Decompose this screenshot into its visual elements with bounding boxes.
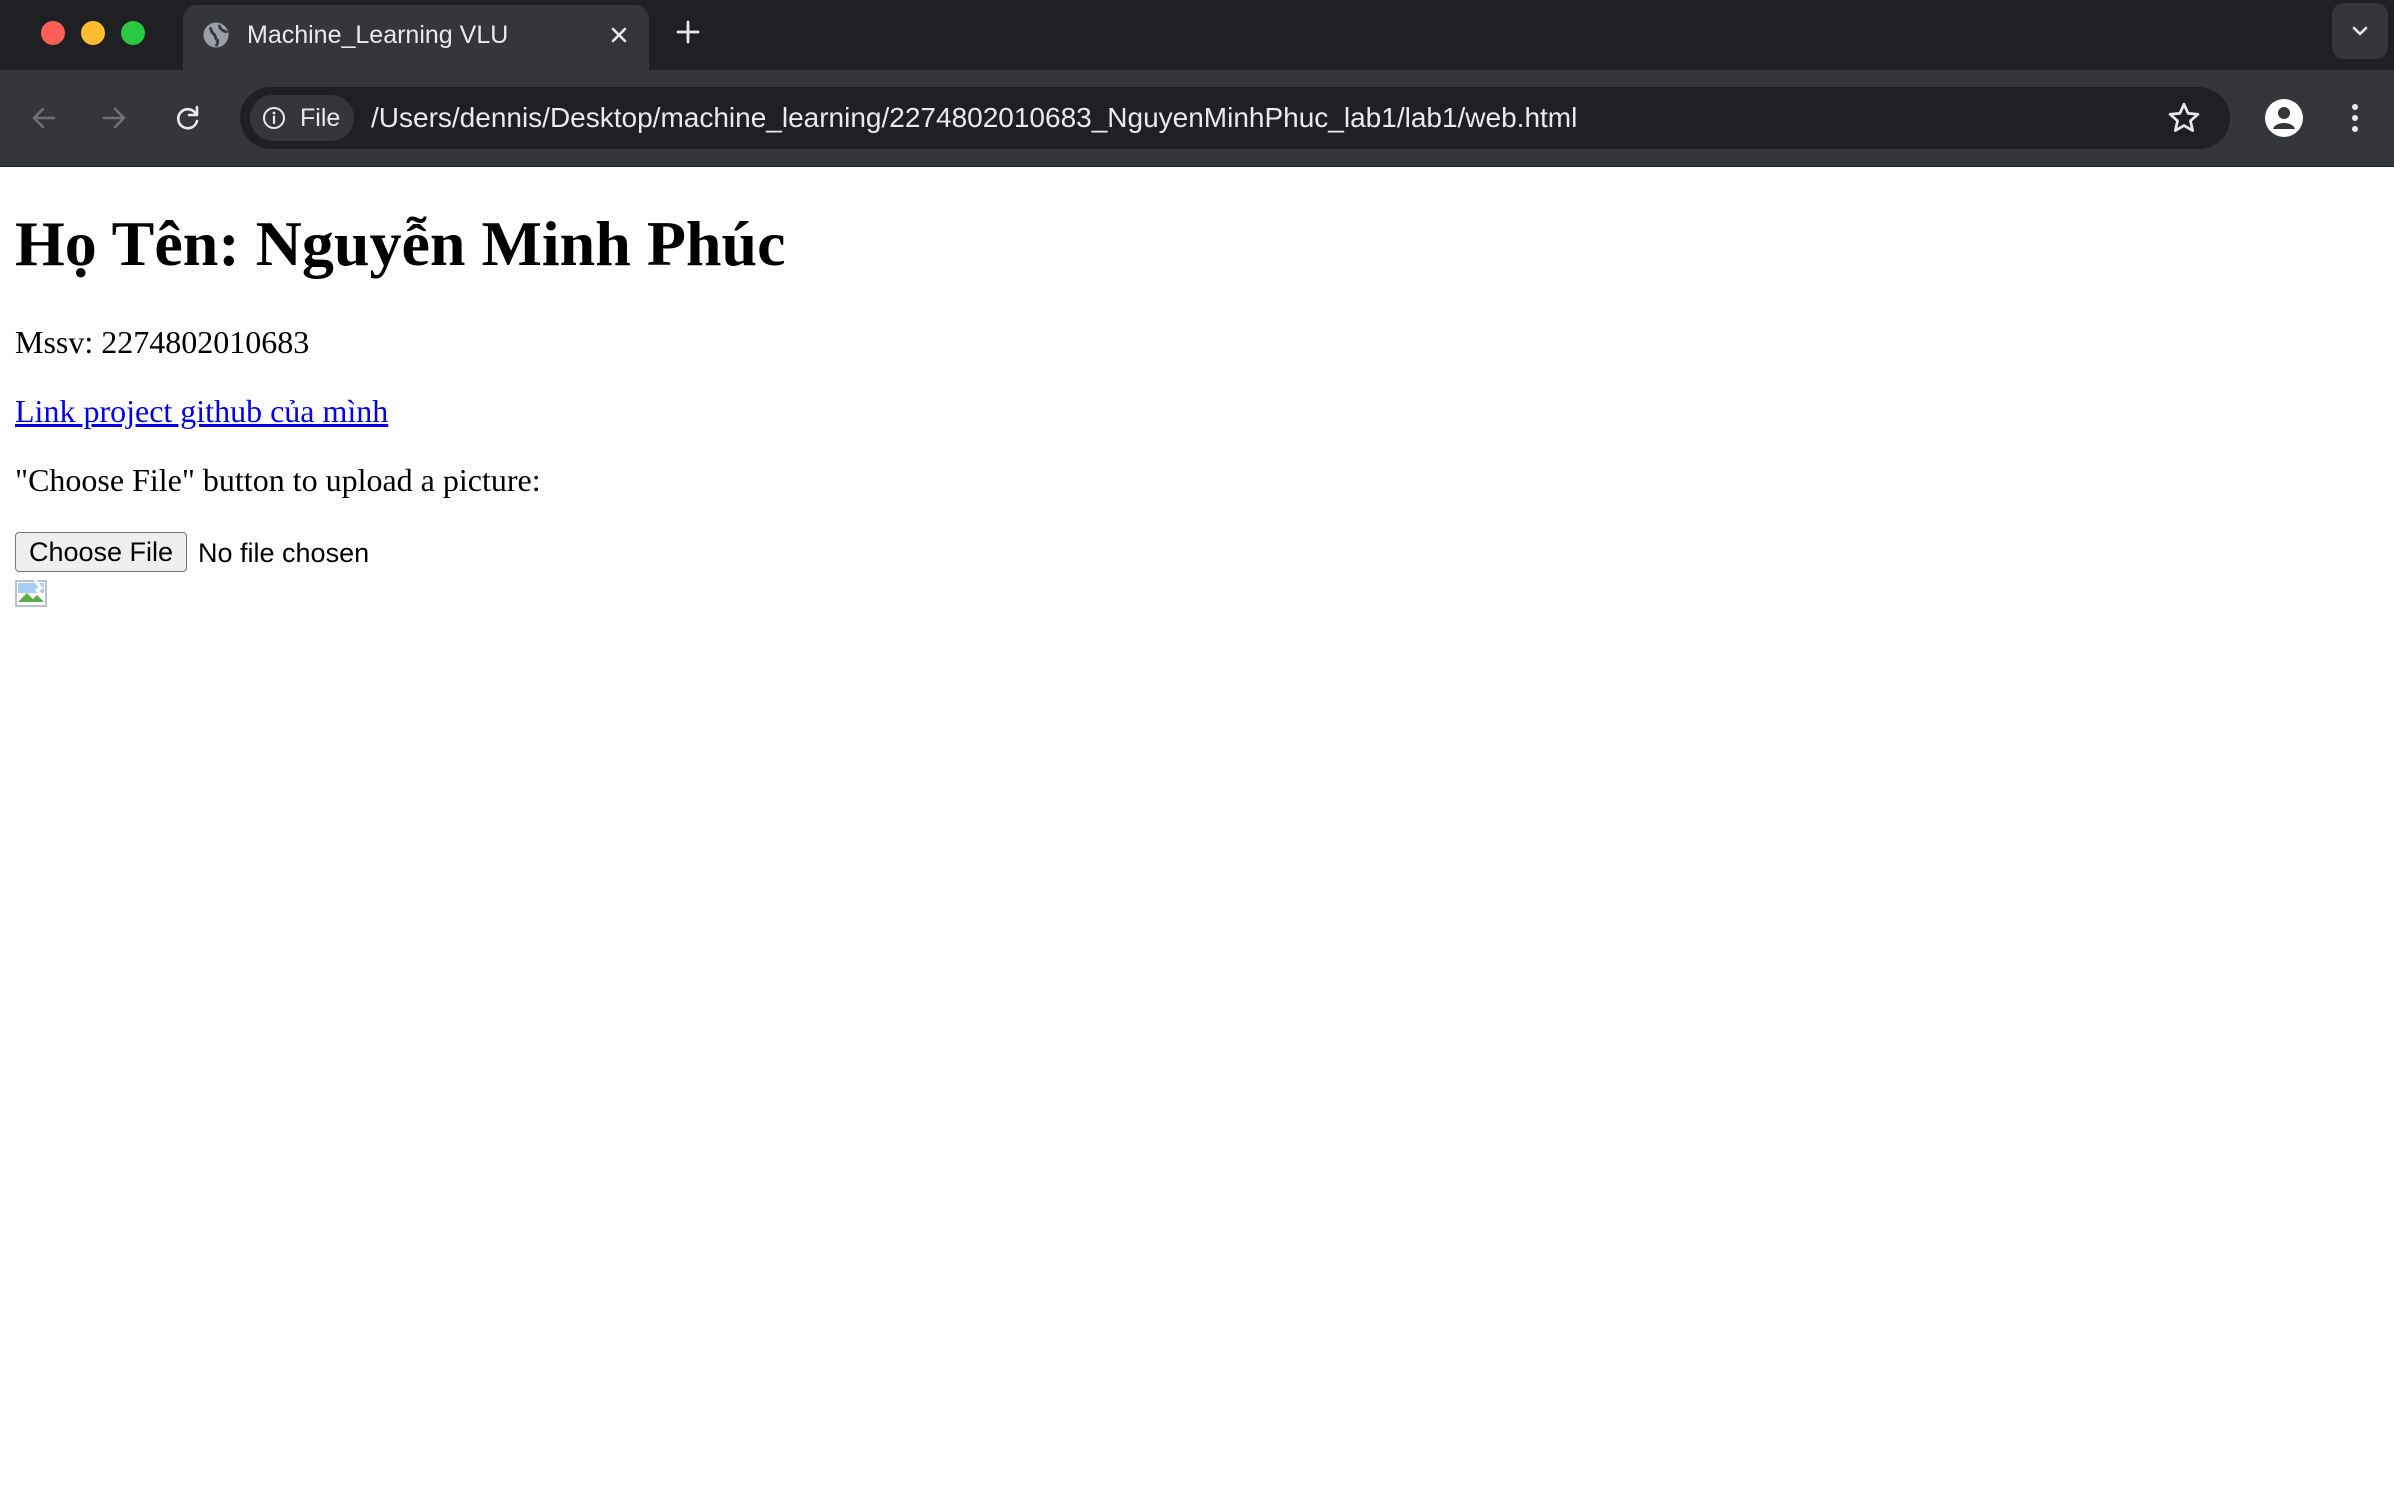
window-minimize-button[interactable]	[81, 21, 105, 45]
choose-file-button[interactable]: Choose File	[15, 532, 187, 572]
back-button[interactable]	[22, 96, 66, 140]
page-title: Họ Tên: Nguyễn Minh Phúc	[15, 208, 786, 279]
forward-button[interactable]	[92, 96, 136, 140]
star-icon[interactable]	[2166, 100, 2202, 136]
arrow-right-icon	[102, 107, 126, 129]
browser-window: Machine_Learning VLU File /Users/dennis/…	[0, 0, 2394, 1512]
page-content: Họ Tên: Nguyễn Minh Phúc Mssv: 227480201…	[0, 167, 2394, 1512]
chevron-down-icon	[2352, 26, 2368, 36]
close-icon[interactable]	[603, 19, 635, 51]
address-bar[interactable]: File /Users/dennis/Desktop/machine_learn…	[240, 87, 2230, 149]
url-text[interactable]: /Users/dennis/Desktop/machine_learning/2…	[371, 101, 1577, 135]
tab-search-button[interactable]	[2332, 3, 2388, 59]
site-info-chip[interactable]: File	[250, 95, 354, 141]
reload-icon	[176, 105, 199, 130]
person-icon[interactable]	[2264, 98, 2304, 138]
tab-title: Machine_Learning VLU	[247, 21, 509, 49]
plus-icon	[676, 20, 700, 44]
student-id-text: Mssv: 2274802010683	[15, 324, 310, 360]
upload-instruction: "Choose File" button to upload a picture…	[15, 462, 541, 498]
file-status-text: No file chosen	[198, 538, 370, 568]
broken-image-icon	[15, 579, 47, 607]
tab-active[interactable]: Machine_Learning VLU	[183, 5, 649, 70]
site-info-label: File	[300, 104, 341, 132]
tab-strip: Machine_Learning VLU	[0, 0, 2394, 70]
reload-button[interactable]	[166, 96, 210, 140]
browser-toolbar: File /Users/dennis/Desktop/machine_learn…	[0, 70, 2394, 167]
info-icon	[263, 107, 285, 129]
globe-icon	[203, 22, 229, 48]
kebab-menu-icon[interactable]	[2340, 98, 2370, 138]
arrow-left-icon	[32, 107, 56, 129]
window-maximize-button[interactable]	[121, 21, 145, 45]
github-project-link[interactable]: Link project github của mình	[15, 391, 388, 431]
window-close-button[interactable]	[41, 21, 65, 45]
new-tab-button[interactable]	[670, 14, 706, 50]
